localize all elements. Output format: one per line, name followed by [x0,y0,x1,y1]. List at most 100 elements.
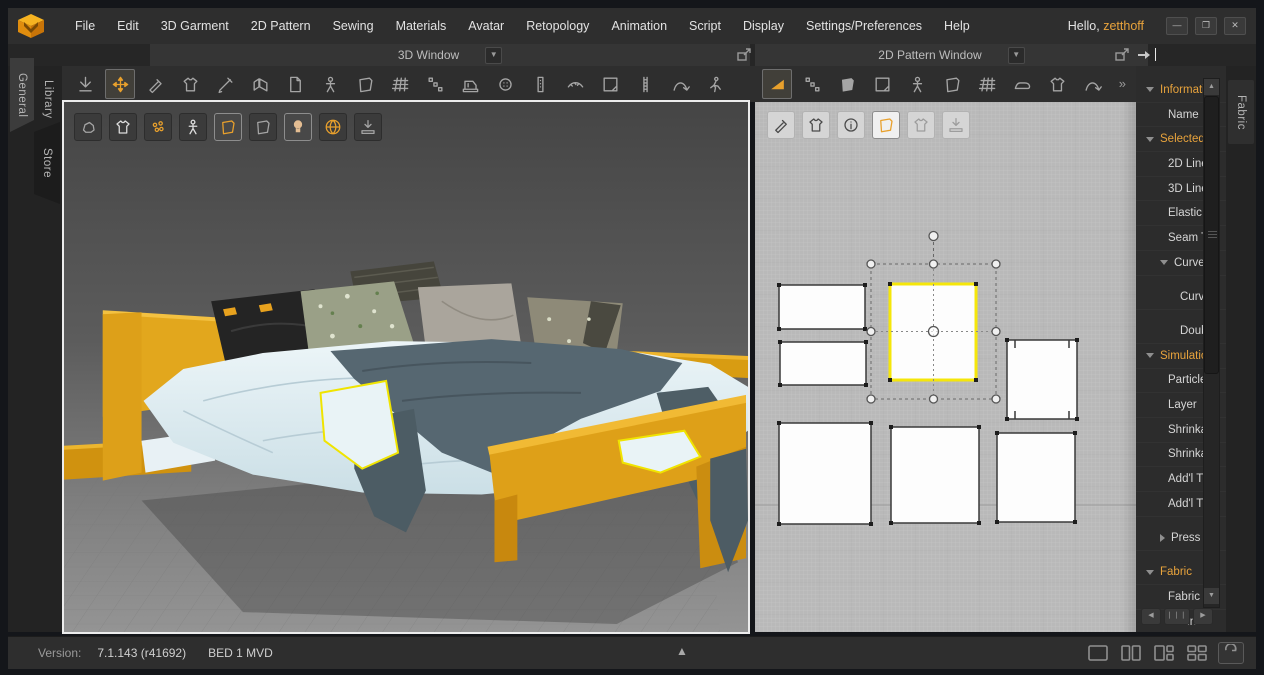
wind-grid-icon[interactable] [385,69,415,99]
layout-reset-button[interactable] [1218,642,1244,664]
sidebar-tab-fabric[interactable]: Fabric [1228,80,1254,144]
pattern-corner-point[interactable] [1073,520,1077,524]
platform-off-icon[interactable] [942,111,970,139]
sewing-curve-icon[interactable] [1077,69,1107,99]
avatar-figure-icon[interactable] [902,69,932,99]
selection-handle[interactable] [992,328,1000,336]
scroll-up-button[interactable]: ▲ [1204,79,1219,95]
grid-snap-icon[interactable] [972,69,1002,99]
selection-handle[interactable] [992,395,1000,403]
sewing-machine-icon[interactable] [455,69,485,99]
info-toggle-icon[interactable] [837,111,865,139]
selection-handle[interactable] [992,260,1000,268]
pattern-corner-point[interactable] [977,521,981,525]
fold-arrangement-icon[interactable] [245,69,275,99]
collapse-triangle-icon[interactable] [1146,87,1154,92]
arrange-shirt-icon[interactable] [1042,69,1072,99]
pin-tack-icon[interactable] [420,69,450,99]
pattern-corner-point[interactable] [777,522,781,526]
pattern-corner-point[interactable] [888,282,892,286]
avatar-tape-icon[interactable] [315,69,345,99]
expand-triangle-icon[interactable] [1160,534,1165,542]
sidebar-tab-library[interactable]: Library [36,66,60,132]
pattern-corner-point[interactable] [778,383,782,387]
menu-item-sewing[interactable]: Sewing [322,8,385,44]
pattern-corner-point[interactable] [974,282,978,286]
close-button[interactable]: ✕ [1224,17,1246,35]
simulate-icon[interactable] [70,69,100,99]
pattern-piece-5[interactable] [779,423,871,524]
pattern-corner-point[interactable] [869,522,873,526]
pattern-corner-point[interactable] [995,431,999,435]
create-polygon-icon[interactable] [832,69,862,99]
pattern-corner-point[interactable] [977,425,981,429]
pattern-2d-icon[interactable] [872,111,900,139]
menu-item-display[interactable]: Display [732,8,795,44]
pen-edit-icon[interactable] [767,111,795,139]
pattern-corner-point[interactable] [863,327,867,331]
buttonhole-tool-icon[interactable] [525,69,555,99]
avatar-head-icon[interactable] [284,113,312,141]
select-move-icon[interactable] [105,69,135,99]
pattern-corner-point[interactable] [974,378,978,382]
scrollbar-thumb[interactable] [1204,96,1219,374]
sidebar-tab-store[interactable]: Store [34,122,60,204]
pane-2d-popout-icon[interactable] [1114,47,1130,63]
pattern-corner-point[interactable] [1005,417,1009,421]
property-hscrollbar[interactable]: ◀ ❘❘❘ ▶ [1141,608,1213,624]
pattern-corner-point[interactable] [1005,338,1009,342]
topstitch-icon[interactable] [560,69,590,99]
viewport-2d[interactable] [755,102,1136,632]
minimize-button[interactable]: — [1166,17,1188,35]
menu-item-3d-garment[interactable]: 3D Garment [150,8,240,44]
avatar-show-icon[interactable] [179,113,207,141]
button-tool-icon[interactable] [490,69,520,99]
pane-3d-dropdown[interactable]: ▼ [485,47,502,64]
restore-button[interactable]: ❐ [1195,17,1217,35]
collapse-triangle-icon[interactable] [1146,353,1154,358]
collapse-triangle-icon[interactable] [1146,570,1154,575]
particles-icon[interactable] [144,113,172,141]
collapse-triangle-icon[interactable] [1146,137,1154,142]
reposition-pattern-icon[interactable] [350,69,380,99]
pen-3d-icon[interactable] [140,69,170,99]
selection-handle[interactable] [867,260,875,268]
sewing-shirt-icon[interactable] [175,69,205,99]
menu-item-settings-preferences[interactable]: Settings/Preferences [795,8,933,44]
statusbar-expand-arrow[interactable]: ▲ [676,644,688,658]
pattern-corner-point[interactable] [864,383,868,387]
pattern-flat-icon[interactable] [249,113,277,141]
pattern-corner-point[interactable] [1075,338,1079,342]
pattern-corner-point[interactable] [864,340,868,344]
pattern-corner-point[interactable] [778,340,782,344]
dock-arrow-icon[interactable] [1136,47,1152,63]
hscroll-right-button[interactable]: ▶ [1193,608,1213,625]
menu-item-help[interactable]: Help [933,8,981,44]
menu-item-script[interactable]: Script [678,8,732,44]
selection-handle[interactable] [930,395,938,403]
menu-item-animation[interactable]: Animation [600,8,678,44]
layout-main-side-button[interactable] [1152,643,1176,663]
pane-2d-dropdown[interactable]: ▼ [1008,47,1025,64]
hscroll-left-button[interactable]: ◀ [1141,608,1161,625]
pattern-corner-point[interactable] [889,425,893,429]
toolbar-overflow-chevron[interactable]: » [1119,76,1126,91]
sidebar-tab-general[interactable]: General [10,58,34,132]
upload-platform-icon[interactable] [354,113,382,141]
map-globe-icon[interactable] [319,113,347,141]
property-scrollbar[interactable]: ▲ ▼ [1203,78,1220,608]
pane-3d-popout-icon[interactable] [736,47,752,63]
selection-handle[interactable] [867,328,875,336]
pattern-piece-2[interactable] [780,342,866,385]
selection-handle[interactable] [930,260,938,268]
pattern-piece-1[interactable] [779,285,865,329]
scroll-down-button[interactable]: ▼ [1204,588,1219,604]
selection-handle[interactable] [867,395,875,403]
viewport-3d[interactable] [62,100,750,634]
username[interactable]: zetthoff [1103,19,1144,33]
pattern-corner-point[interactable] [777,283,781,287]
pattern-3d-icon[interactable] [214,113,242,141]
pattern-corner-point[interactable] [889,521,893,525]
pattern-image-icon[interactable] [867,69,897,99]
layout-two-pane-button[interactable] [1119,643,1143,663]
